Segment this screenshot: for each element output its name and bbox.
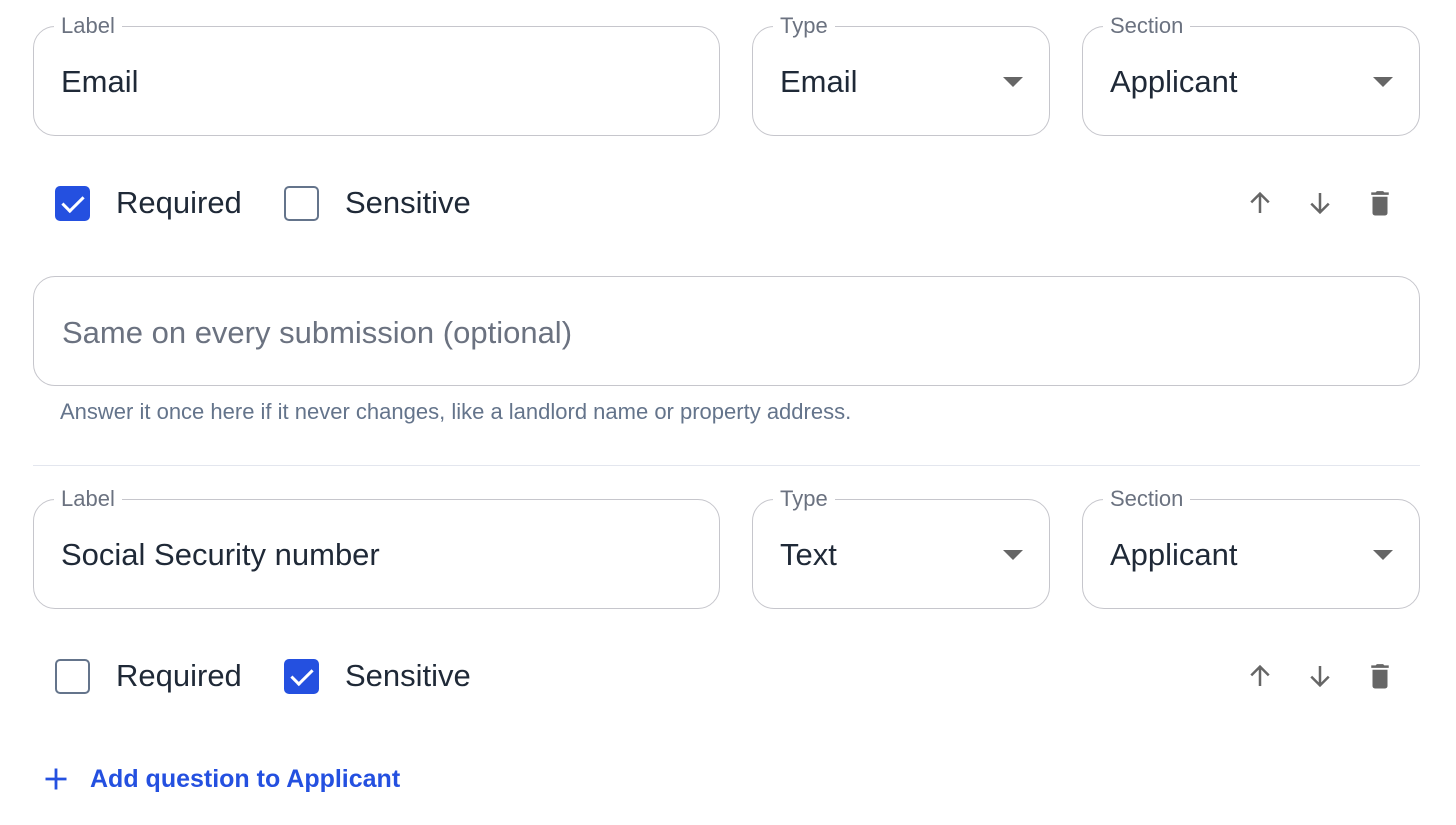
trash-icon — [1371, 191, 1389, 216]
label-field[interactable]: Label Email — [33, 13, 720, 136]
type-select-value[interactable]: Email — [780, 63, 858, 101]
question-options: Required Sensitive — [55, 183, 1415, 223]
section-select-legend: Section — [1103, 13, 1191, 39]
arrow-down-icon — [1310, 666, 1330, 688]
section-select-value[interactable]: Applicant — [1110, 63, 1238, 101]
sensitive-checkbox-label: Sensitive — [345, 658, 471, 693]
sensitive-checkbox-label: Sensitive — [345, 185, 471, 220]
trash-icon — [1371, 664, 1389, 689]
label-field-legend: Label — [54, 13, 122, 39]
question-row: Label Social Security number Type Text S… — [33, 486, 1420, 609]
required-checkbox-box[interactable] — [55, 185, 90, 221]
default-answer-field[interactable] — [33, 276, 1420, 386]
section-select-value[interactable]: Applicant — [1110, 536, 1238, 574]
sensitive-checkbox-box[interactable] — [284, 185, 319, 221]
add-question-label: Add question to Applicant — [90, 764, 401, 793]
arrow-up-icon — [1250, 664, 1270, 686]
add-question-button[interactable]: Add question to Applicant — [42, 760, 400, 798]
delete-button[interactable] — [1350, 183, 1410, 223]
move-up-button[interactable] — [1230, 656, 1290, 696]
question-actions — [1230, 656, 1410, 696]
question-actions — [1230, 183, 1410, 223]
default-answer-input[interactable] — [60, 307, 1364, 359]
type-select[interactable]: Type Email — [752, 13, 1050, 136]
plus-icon — [45, 768, 67, 790]
required-checkbox[interactable]: Required — [55, 656, 242, 696]
arrow-up-icon — [1250, 191, 1270, 213]
label-field[interactable]: Label Social Security number — [33, 486, 720, 609]
required-checkbox[interactable]: Required — [55, 183, 242, 223]
type-select-legend: Type — [773, 13, 835, 39]
type-select-value[interactable]: Text — [780, 536, 837, 574]
section-select[interactable]: Section Applicant — [1082, 13, 1420, 136]
move-down-button[interactable] — [1290, 183, 1350, 223]
sensitive-checkbox[interactable]: Sensitive — [284, 656, 471, 696]
dropdown-caret-icon[interactable] — [1373, 550, 1393, 560]
section-select-legend: Section — [1103, 486, 1191, 512]
arrow-down-icon — [1310, 193, 1330, 215]
move-up-button[interactable] — [1230, 183, 1290, 223]
dropdown-caret-icon[interactable] — [1373, 77, 1393, 87]
sensitive-checkbox[interactable]: Sensitive — [284, 183, 471, 223]
type-select[interactable]: Type Text — [752, 486, 1050, 609]
label-field-value[interactable]: Social Security number — [61, 536, 380, 574]
required-checkbox-box[interactable] — [55, 658, 90, 694]
type-select-legend: Type — [773, 486, 835, 512]
section-select[interactable]: Section Applicant — [1082, 486, 1420, 609]
dropdown-caret-icon[interactable] — [1003, 77, 1023, 87]
required-checkbox-label: Required — [116, 185, 242, 220]
dropdown-caret-icon[interactable] — [1003, 550, 1023, 560]
move-down-button[interactable] — [1290, 656, 1350, 696]
sensitive-checkbox-box[interactable] — [284, 658, 319, 694]
question-divider — [33, 465, 1420, 466]
default-answer-helper: Answer it once here if it never changes,… — [60, 399, 852, 424]
required-checkbox-label: Required — [116, 658, 242, 693]
delete-button[interactable] — [1350, 656, 1410, 696]
question-options: Required Sensitive — [55, 656, 1415, 696]
label-field-value[interactable]: Email — [61, 63, 139, 101]
question-row: Label Email Type Email Section Applicant — [33, 13, 1420, 136]
label-field-legend: Label — [54, 486, 122, 512]
